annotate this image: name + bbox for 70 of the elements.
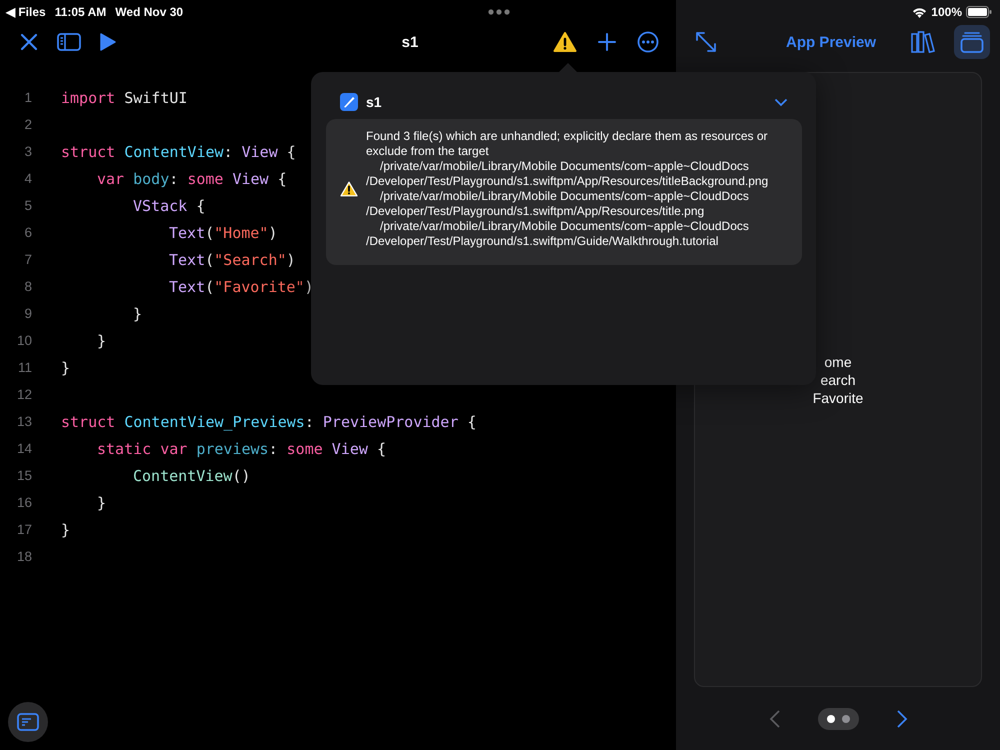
line-number: 12: [16, 387, 32, 402]
line-number: 5: [23, 198, 32, 213]
chevron-down-icon[interactable]: [774, 98, 788, 106]
books-icon: [911, 31, 937, 53]
back-link[interactable]: ◀ Files: [6, 5, 46, 19]
line-number: 10: [16, 333, 32, 348]
code-line: }: [61, 520, 70, 538]
wifi-icon: [912, 6, 928, 18]
page-dot[interactable]: [826, 714, 834, 722]
preview-text: earch: [820, 370, 856, 388]
line-number: 7: [23, 252, 32, 267]
more-icon: [637, 31, 659, 53]
console-button[interactable]: [8, 702, 48, 742]
code-line: }: [133, 304, 142, 322]
code-line: struct ContentView_Previews: PreviewProvider {: [61, 412, 476, 430]
file-path: /private/var/mobile/Library/Mobile Documents/com~apple~CloudDocs/Developer/Test/Playground/s1.swiftpm/App/Resources/title.png: [366, 189, 750, 219]
code-line: }: [61, 358, 70, 376]
page-dot[interactable]: [842, 714, 850, 722]
line-number: 4: [23, 171, 32, 186]
code-line: VStack {: [133, 196, 206, 214]
line-number: 11: [16, 360, 32, 375]
chevron-right-icon: [896, 708, 908, 728]
play-icon: [99, 32, 117, 52]
preview-text: Favorite: [812, 388, 864, 406]
chevron-left-icon: [768, 708, 780, 728]
line-number: 3: [23, 144, 32, 159]
stacked-windows-button[interactable]: [954, 25, 990, 59]
warning-icon: [340, 181, 358, 197]
file-path: /private/var/mobile/Library/Mobile Documents/com~apple~CloudDocs/Developer/Test/Playground/s1.swiftpm/Guide/Walkthrough.tutorial: [366, 219, 750, 249]
battery-icon: [966, 6, 992, 18]
code-line: import SwiftUI: [61, 88, 188, 106]
code-line: }: [97, 494, 106, 512]
preview-text: ome: [824, 352, 852, 370]
status-date: Wed Nov 30: [115, 5, 184, 19]
sidebar-icon: [57, 32, 81, 52]
code-line: Text("Home"): [169, 224, 278, 242]
code-line: var body: some View {: [97, 170, 287, 188]
status-time: 11:05 AM: [54, 5, 106, 19]
preview-title: App Preview: [786, 34, 876, 50]
list-icon: [17, 713, 39, 731]
code-line: Text("Favorite"): [169, 278, 314, 296]
line-number: 2: [23, 117, 32, 132]
line-number: 14: [16, 441, 32, 456]
multitasking-dots-icon[interactable]: [488, 9, 510, 15]
line-number: 18: [16, 549, 32, 564]
code-line: struct ContentView: View {: [61, 142, 296, 160]
code-line: static var previews: some View {: [97, 440, 386, 458]
battery-percent: 100%: [931, 5, 962, 19]
line-number: 13: [16, 414, 32, 429]
document-title: s1: [402, 34, 418, 50]
swift-file-icon: [340, 93, 358, 111]
expand-arrows-icon: [695, 31, 717, 53]
plus-icon: [597, 32, 617, 52]
file-path: /private/var/mobile/Library/Mobile Documents/com~apple~CloudDocs/Developer/Test/Playground/s1.swiftpm/App/Resources/titleBackground.png: [366, 159, 770, 189]
line-number: 1: [23, 90, 32, 105]
page-indicator[interactable]: [818, 708, 858, 730]
line-number: 8: [23, 279, 32, 294]
warning-icon: [553, 31, 577, 53]
code-line: ContentView(): [133, 466, 250, 484]
warning-message: Found 3 file(s) which are unhandled; explicitly declare them as resources or exclude from the target: [366, 129, 769, 159]
line-number: 15: [16, 468, 32, 483]
line-number: 9: [23, 306, 32, 321]
stacked-windows-icon: [960, 31, 984, 53]
code-line: }: [97, 332, 106, 350]
close-icon: [19, 32, 39, 52]
target-name: s1: [366, 94, 382, 110]
line-number: 6: [23, 225, 32, 240]
code-line: Text("Search"): [169, 250, 296, 268]
line-number: 16: [16, 495, 32, 510]
line-number: 17: [16, 522, 32, 537]
